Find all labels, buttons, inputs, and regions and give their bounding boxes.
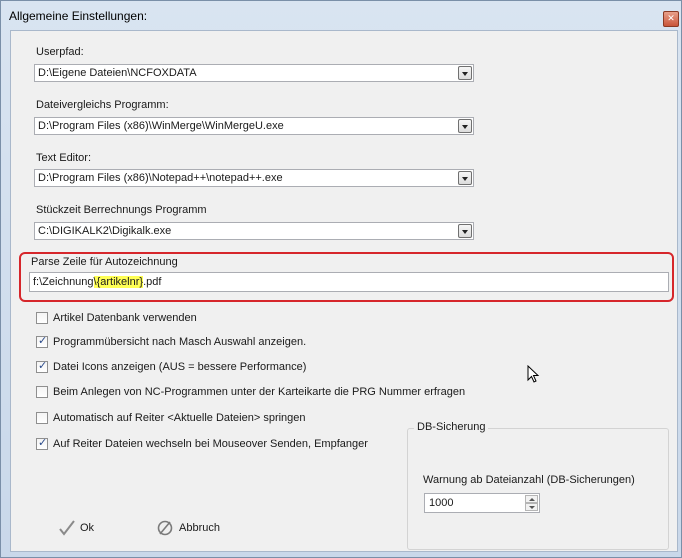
checkbox-datei-icons[interactable]: ✓ [36, 360, 48, 373]
warn-value: 1000 [429, 497, 454, 509]
checkbox-label: Beim Anlegen von NC-Programmen unter der… [53, 386, 466, 398]
db-sicherung-group [407, 428, 669, 550]
checkbox-auto-reiter[interactable] [36, 412, 48, 424]
userpfad-value: D:\Eigene Dateien\NCFOXDATA [38, 67, 197, 79]
checkbox-label: Automatisch auf Reiter <Aktuelle Dateien… [53, 412, 306, 424]
userpfad-label: Userpfad: [36, 46, 84, 58]
mouse-cursor-icon [527, 365, 540, 383]
stueckzeit-label: Stückzeit Berrechnungs Programm [36, 204, 207, 216]
checkbox-prg-nummer[interactable] [36, 386, 48, 398]
chevron-down-icon[interactable] [458, 119, 472, 133]
ok-button[interactable]: Ok [57, 518, 107, 540]
check-mark-icon: ✓ [38, 360, 48, 372]
parse-label: Parse Zeile für Autozeichnung [31, 256, 178, 268]
diff-label: Dateivergleichs Programm: [36, 99, 169, 111]
editor-value: D:\Program Files (x86)\Notepad++\notepad… [38, 172, 283, 184]
checkbox-label: Datei Icons anzeigen (AUS = bessere Perf… [53, 361, 307, 373]
cancel-label: Abbruch [179, 522, 220, 534]
checkbox-label: Auf Reiter Dateien wechseln bei Mouseove… [53, 438, 368, 450]
diff-combo[interactable]: D:\Program Files (x86)\WinMerge\WinMerge… [34, 117, 474, 135]
cancel-icon [157, 520, 173, 536]
checkbox-label: Programmübersicht nach Masch Auswahl anz… [53, 336, 307, 348]
db-group-title: DB-Sicherung [414, 421, 489, 433]
checkbox-programmuebersicht[interactable]: ✓ [36, 335, 48, 348]
checkbox-mouseover[interactable]: ✓ [36, 437, 48, 450]
warn-spinner[interactable]: 1000 [424, 493, 540, 513]
stueckzeit-value: C:\DIGIKALK2\Digikalk.exe [38, 225, 172, 237]
chevron-down-icon[interactable] [458, 171, 472, 185]
editor-label: Text Editor: [36, 152, 92, 164]
check-mark-icon: ✓ [38, 335, 48, 347]
window-title: Allgemeine Einstellungen: [9, 9, 148, 23]
diff-value: D:\Program Files (x86)\WinMerge\WinMerge… [38, 120, 284, 132]
cancel-button[interactable]: Abbruch [156, 518, 236, 540]
parse-input[interactable]: f:\Zeichnung\{artikelnr}.pdf [29, 272, 669, 292]
title-bar[interactable]: Allgemeine Einstellungen: ✕ [1, 1, 681, 31]
checkbox-artikel-db[interactable] [36, 312, 48, 324]
warn-label: Warnung ab Dateianzahl (DB-Sicherungen) [423, 474, 635, 486]
close-icon[interactable]: ✕ [663, 11, 679, 27]
chevron-down-icon[interactable] [458, 66, 472, 80]
checkmark-icon [59, 520, 75, 536]
ok-label: Ok [80, 522, 95, 534]
stueckzeit-combo[interactable]: C:\DIGIKALK2\Digikalk.exe [34, 222, 474, 240]
check-mark-icon: ✓ [38, 437, 48, 449]
chevron-down-icon[interactable] [458, 224, 472, 238]
parse-value: f:\Zeichnung\{artikelnr}.pdf [33, 276, 162, 288]
checkbox-label: Artikel Datenbank verwenden [53, 312, 197, 324]
userpfad-combo[interactable]: D:\Eigene Dateien\NCFOXDATA [34, 64, 474, 82]
spin-up-icon[interactable] [525, 495, 538, 503]
editor-combo[interactable]: D:\Program Files (x86)\Notepad++\notepad… [34, 169, 474, 187]
spin-down-icon[interactable] [525, 503, 538, 511]
